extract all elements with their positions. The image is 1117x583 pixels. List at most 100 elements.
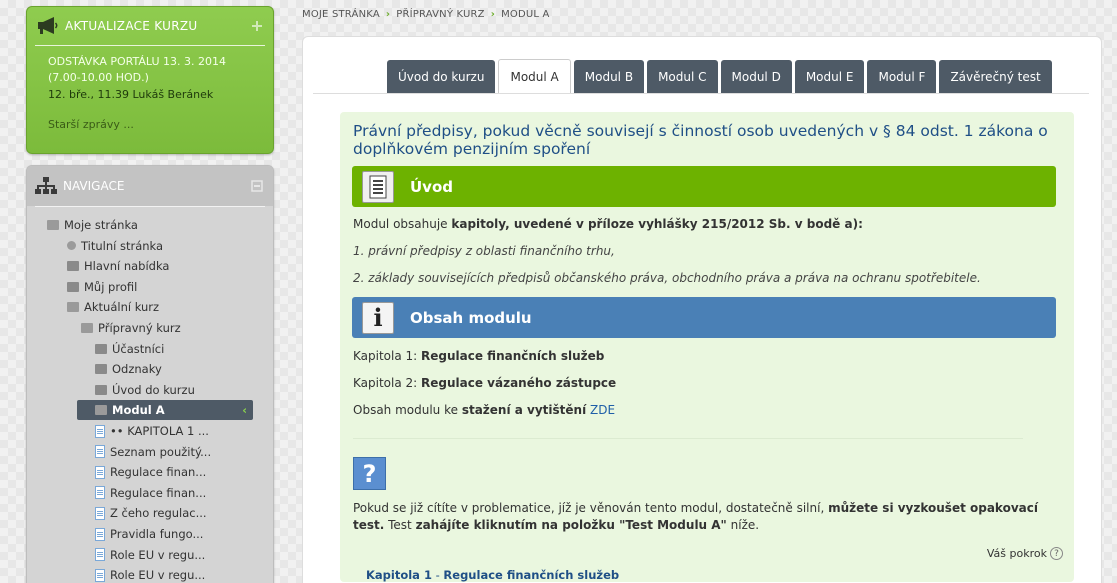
nav-item[interactable]: Můj profil xyxy=(67,277,137,297)
nav-item-label: Role EU v regu... xyxy=(110,568,206,583)
breadcrumb-item[interactable]: MOJE STRÁNKA xyxy=(302,9,380,20)
divider xyxy=(35,206,265,207)
tab-modul-f[interactable]: Modul F xyxy=(867,60,937,93)
nav-item-label: Účastníci xyxy=(112,341,165,356)
nav-item[interactable]: Úvod do kurzu xyxy=(95,380,195,400)
nav-item[interactable]: Přípravný kurz xyxy=(81,318,181,338)
folder-icon xyxy=(67,261,79,272)
nav-item[interactable]: Pravidla fungo... xyxy=(95,524,203,544)
tab-modul-c[interactable]: Modul C xyxy=(647,60,718,93)
course-news-block: AKTUALIZACE KURZU ODSTÁVKA PORTÁLU 13. 3… xyxy=(26,6,274,154)
nav-item[interactable]: •• KAPITOLA 1 ... xyxy=(95,421,209,441)
chapter-2-title: Regulace vázaného zástupce xyxy=(421,376,617,390)
self-test-text: Pokud se již cítíte v problematice, jíž … xyxy=(353,500,1065,534)
tab-modul-d[interactable]: Modul D xyxy=(720,60,792,93)
chapter-1-link-prefix: Kapitola 1 xyxy=(366,568,432,582)
tab-uvod-do-kurzu[interactable]: Úvod do kurzu xyxy=(387,60,496,93)
nav-item[interactable]: Seznam použitý... xyxy=(95,442,211,462)
module-point-1: 1. právní předpisy z oblasti finančního … xyxy=(353,244,615,258)
nav-item-label: Modul A xyxy=(112,403,165,418)
download-link[interactable]: ZDE xyxy=(586,403,615,417)
nav-item-label: Role EU v regu... xyxy=(110,547,206,562)
nav-item-label: Hlavní nabídka xyxy=(84,259,170,274)
question-icon: ? xyxy=(353,457,386,490)
sitemap-icon xyxy=(35,177,57,194)
page-icon xyxy=(95,548,105,562)
nav-item-label: Aktuální kurz xyxy=(84,300,160,315)
download-prefix: Obsah modulu ke xyxy=(353,403,462,417)
page-icon xyxy=(95,486,105,500)
breadcrumb-item[interactable]: PŘÍPRAVNÝ KURZ xyxy=(396,9,485,20)
nav-item[interactable]: Z čeho regulac... xyxy=(95,503,207,523)
breadcrumb-item: MODUL A xyxy=(501,9,550,20)
tab-modul-e[interactable]: Modul E xyxy=(794,60,865,93)
older-news-link[interactable]: Starší zprávy ... xyxy=(48,116,273,133)
self-test-part: Test xyxy=(384,518,416,532)
block-collapse-icon[interactable] xyxy=(251,20,263,32)
news-item-title-line1[interactable]: ODSTÁVKA PORTÁLU 13. 3. 2014 xyxy=(48,53,273,70)
nav-item-label: Úvod do kurzu xyxy=(112,382,195,397)
nav-item[interactable]: Účastníci xyxy=(95,339,164,359)
nav-item[interactable]: Titulní stránka xyxy=(67,236,163,256)
navigation-header: NAVIGACE xyxy=(27,166,273,206)
module-tabs: Úvod do kurzu Modul A Modul B Modul C Mo… xyxy=(387,59,1055,94)
chapter-2-line: Kapitola 2: Regulace vázaného zástupce xyxy=(353,375,1065,391)
folder-open-icon xyxy=(47,220,59,230)
nav-item-label: Z čeho regulac... xyxy=(110,506,207,521)
module-intro-prefix: Modul obsahuje xyxy=(353,217,452,231)
main-content: Úvod do kurzu Modul A Modul B Modul C Mo… xyxy=(302,36,1102,583)
block-dock-icon[interactable] xyxy=(251,180,263,192)
folder-icon xyxy=(95,343,107,354)
breadcrumb: MOJE STRÁNKA › PŘÍPRAVNÝ KURZ › MODUL A xyxy=(302,9,550,20)
nav-item[interactable]: Role EU v regu... xyxy=(95,545,205,565)
help-icon[interactable]: ? xyxy=(1050,547,1063,560)
folder-icon xyxy=(67,281,79,292)
nav-item-label: Pravidla fungo... xyxy=(110,527,204,541)
nav-item[interactable]: Role EU v regu... xyxy=(95,565,205,583)
progress-label: Váš pokrok xyxy=(986,547,1047,560)
nav-item-label: Moje stránka xyxy=(64,218,138,232)
chevron-left-icon[interactable]: ‹ xyxy=(242,403,247,417)
nav-item[interactable]: Regulace finan... xyxy=(95,483,206,503)
nav-item[interactable]: Hlavní nabídka xyxy=(67,256,169,276)
navigation-block: NAVIGACE Moje stránka Titulní stránka Hlav… xyxy=(26,165,274,583)
info-icon: i xyxy=(362,301,394,334)
nav-item-label: •• KAPITOLA 1 ... xyxy=(110,424,209,438)
nav-item[interactable]: Odznaky xyxy=(95,359,162,379)
course-news-header: AKTUALIZACE KURZU xyxy=(27,7,273,45)
breadcrumb-separator-icon: › xyxy=(385,9,391,20)
nav-item-label: Můj profil xyxy=(84,279,138,294)
page-icon xyxy=(95,424,105,438)
news-item-meta: 12. bře., 11.39 Lukáš Beránek xyxy=(48,88,214,101)
tab-zaverecny-test[interactable]: Závěrečný test xyxy=(939,60,1052,93)
nav-item-label: Odznaky xyxy=(112,362,162,377)
news-item-title-line2[interactable]: (7.00-10.00 HOD.) xyxy=(48,69,273,86)
page-icon xyxy=(95,465,105,479)
nav-item[interactable]: Aktuální kurz xyxy=(67,297,159,317)
breadcrumb-separator-icon: › xyxy=(490,9,496,20)
download-bold: stažení a vytištění xyxy=(461,403,587,417)
nav-item[interactable]: Regulace finan... xyxy=(95,462,206,482)
self-test-part: Pokud se již cítíte v problematice, jíž … xyxy=(353,501,829,515)
megaphone-icon xyxy=(38,17,58,34)
nav-item-label: Přípravný kurz xyxy=(98,321,181,335)
nav-item-label: Seznam použitý... xyxy=(110,444,212,459)
chapter-1-title: Regulace finančních služeb xyxy=(421,349,605,363)
nav-item-label: Regulace finan... xyxy=(110,465,207,480)
nav-item[interactable]: Moje stránka xyxy=(47,215,138,235)
nav-item[interactable]: Modul A ‹ xyxy=(77,400,253,421)
self-test-bold: zahájíte kliknutím na položku "Test Modu… xyxy=(415,518,727,532)
page-icon xyxy=(95,527,105,541)
module-point-2: 2. základy souvisejících předpisů občans… xyxy=(353,271,981,285)
nav-item-label: Titulní stránka xyxy=(81,238,164,253)
chapter-1-link[interactable]: Kapitola 1 - Regulace finančních služeb xyxy=(366,568,619,582)
folder-icon xyxy=(95,384,107,395)
page-icon xyxy=(95,445,105,459)
navigation-title: NAVIGACE xyxy=(63,179,125,193)
module-intro-bold: kapitoly, uvedené v příloze vyhlášky 215… xyxy=(451,217,863,231)
folder-open-icon xyxy=(95,405,107,416)
tab-modul-b[interactable]: Modul B xyxy=(573,60,645,93)
tab-modul-a[interactable]: Modul A xyxy=(498,59,571,94)
nav-item-label: Regulace finan... xyxy=(110,485,207,500)
chapter-1-link-title: Regulace finančních služeb xyxy=(443,568,620,582)
